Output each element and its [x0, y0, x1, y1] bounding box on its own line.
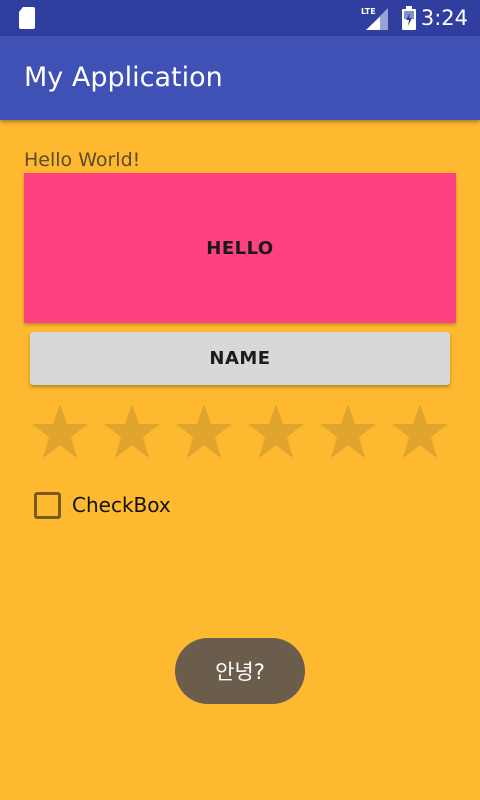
- status-clock: 3:24: [420, 6, 468, 30]
- status-bar: LTE 3:24: [0, 0, 480, 36]
- star-icon[interactable]: [174, 402, 234, 462]
- star-icon[interactable]: [390, 402, 450, 462]
- battery-icon: [402, 6, 416, 30]
- app-screen: LTE 3:24 My Application Hello World! HEL…: [0, 0, 480, 800]
- hello-world-text: Hello World!: [24, 149, 141, 171]
- checkbox-box[interactable]: [34, 491, 61, 519]
- star-icon[interactable]: [246, 402, 306, 462]
- app-title: My Application: [24, 62, 223, 93]
- hello-block: HELLO: [24, 173, 456, 323]
- sd-card-icon: [19, 7, 35, 29]
- checkbox[interactable]: CheckBox: [34, 490, 171, 520]
- toast-message: 안녕?: [175, 638, 305, 704]
- lte-signal-icon: LTE: [361, 7, 388, 30]
- star-icon[interactable]: [30, 402, 90, 462]
- star-icon[interactable]: [102, 402, 162, 462]
- name-button-label: NAME: [209, 348, 271, 369]
- app-bar: My Application: [0, 36, 480, 120]
- hello-block-label: HELLO: [206, 237, 274, 259]
- toast-text: 안녕?: [215, 660, 265, 684]
- name-button[interactable]: NAME: [30, 332, 450, 385]
- rating-bar[interactable]: [30, 402, 450, 462]
- star-icon[interactable]: [318, 402, 378, 462]
- checkbox-label[interactable]: CheckBox: [72, 493, 171, 517]
- network-label: LTE: [361, 7, 376, 16]
